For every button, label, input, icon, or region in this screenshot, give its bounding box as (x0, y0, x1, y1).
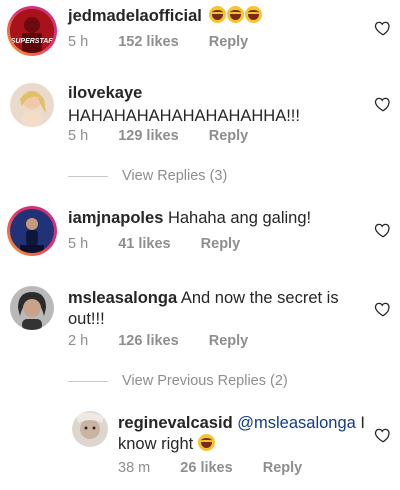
reply-reginevalcasid: reginevalcasid @msleasalonga I know righ… (0, 405, 400, 490)
laughing-emoji-icon (209, 6, 263, 25)
reply-button[interactable]: Reply (209, 333, 249, 349)
comment-iamjnapoles: iamjnapoles Hahaha ang galing! 5 h 41 li… (0, 200, 400, 265)
reply-body: I (355, 414, 365, 432)
avatar[interactable] (10, 286, 54, 330)
avatar[interactable] (10, 209, 54, 253)
comment-meta: 5 h 152 likes Reply (68, 34, 274, 50)
avatar-image: SUPERSTAR (10, 9, 54, 53)
heart-outline-icon[interactable] (374, 426, 392, 444)
comment-body: HAHAHAHAHAHAHAHAHHA!!! (68, 107, 300, 125)
username[interactable]: ilovekaye (68, 83, 300, 104)
username[interactable]: reginevalcasid (118, 414, 233, 432)
likes-count[interactable]: 152 likes (118, 34, 178, 50)
avatar-caption: SUPERSTAR (11, 38, 54, 45)
comment-meta: 5 h 41 likes Reply (68, 236, 266, 252)
avatar-image (10, 209, 54, 253)
comment-text: iamjnapoles Hahaha ang galing! (68, 208, 311, 229)
comment-body: And now the secret is (180, 289, 339, 307)
view-replies-label: View Replies (3) (122, 168, 228, 184)
comment-body-line2: out!!! (68, 310, 105, 328)
username[interactable]: msleasalonga (68, 289, 177, 307)
reply-text: reginevalcasid @msleasalonga I know righ… (118, 413, 365, 455)
comment-body: Hahaha ang galing! (167, 209, 312, 227)
comment-jedmadelaofficial: SUPERSTAR jedmadelaofficial 5 h 152 like… (0, 0, 400, 70)
heart-outline-icon[interactable] (374, 221, 392, 239)
avatar-image (10, 83, 54, 127)
avatar-image (72, 411, 108, 447)
likes-count[interactable]: 126 likes (118, 333, 178, 349)
timestamp: 5 h (68, 236, 89, 252)
timestamp: 5 h (68, 34, 89, 50)
divider (68, 380, 108, 382)
timestamp: 5 h (68, 128, 89, 144)
avatar[interactable] (10, 83, 54, 127)
heart-outline-icon[interactable] (374, 300, 392, 318)
likes-count[interactable]: 26 likes (180, 460, 232, 476)
divider (68, 175, 108, 177)
comment-text: msleasalonga And now the secret is out!!… (68, 288, 339, 330)
comment-text: ilovekaye HAHAHAHAHAHAHAHAHHA!!! (68, 83, 300, 127)
reply-button[interactable]: Reply (263, 460, 303, 476)
avatar-image (10, 286, 54, 330)
view-previous-replies-label: View Previous Replies (2) (122, 373, 288, 389)
reply-button[interactable]: Reply (209, 34, 249, 50)
likes-count[interactable]: 41 likes (118, 236, 170, 252)
avatar[interactable] (72, 411, 108, 447)
avatar[interactable]: SUPERSTAR (10, 9, 54, 53)
comment-ilovekaye: ilovekaye HAHAHAHAHAHAHAHAHHA!!! 5 h 129… (0, 75, 400, 190)
mention-link[interactable]: @msleasalonga (237, 414, 356, 432)
likes-count[interactable]: 129 likes (118, 128, 178, 144)
username[interactable]: iamjnapoles (68, 209, 163, 227)
heart-outline-icon[interactable] (374, 95, 392, 113)
reply-button[interactable]: Reply (209, 128, 249, 144)
reply-body-line2: know right (118, 435, 194, 453)
comment-meta: 5 h 129 likes Reply (68, 128, 274, 144)
view-replies-button[interactable]: View Replies (3) (68, 168, 227, 184)
reply-meta: 38 m 26 likes Reply (118, 460, 328, 476)
comment-meta: 2 h 126 likes Reply (68, 333, 274, 349)
timestamp: 38 m (118, 460, 151, 476)
heart-outline-icon[interactable] (374, 19, 392, 37)
username[interactable]: jedmadelaofficial (68, 7, 202, 25)
view-previous-replies-button[interactable]: View Previous Replies (2) (68, 373, 288, 389)
reply-button[interactable]: Reply (201, 236, 241, 252)
laughing-emoji-icon (197, 434, 215, 451)
timestamp: 2 h (68, 333, 89, 349)
comment-text: jedmadelaofficial (68, 6, 263, 27)
comment-msleasalonga: msleasalonga And now the secret is out!!… (0, 280, 400, 390)
